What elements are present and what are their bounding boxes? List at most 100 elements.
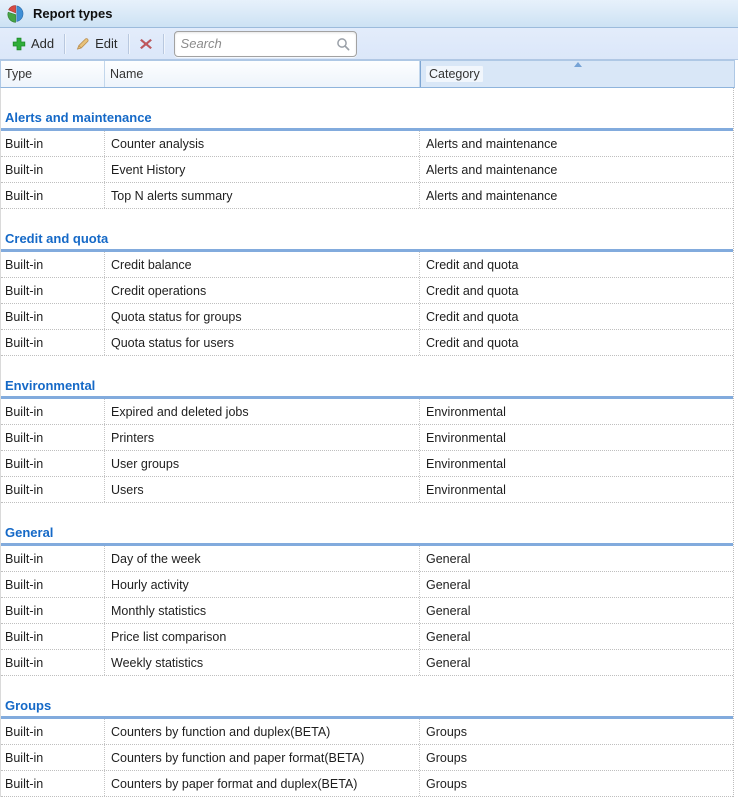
- cell-type: Built-in: [1, 477, 105, 502]
- cell-type: Built-in: [1, 157, 105, 182]
- pie-chart-icon: [7, 5, 25, 23]
- cell-type: Built-in: [1, 451, 105, 476]
- cell-type: Built-in: [1, 572, 105, 597]
- group-header: Environmental: [1, 378, 733, 393]
- cell-name: Quota status for groups: [105, 304, 420, 329]
- table-row[interactable]: Built-inUser groupsEnvironmental: [1, 451, 733, 477]
- toolbar-separator: [64, 34, 65, 54]
- cell-type: Built-in: [1, 425, 105, 450]
- cell-category: General: [420, 598, 733, 623]
- cell-name: Price list comparison: [105, 624, 420, 649]
- edit-button-label: Edit: [95, 36, 117, 51]
- cell-category: Credit and quota: [420, 278, 733, 303]
- cell-type: Built-in: [1, 719, 105, 744]
- cell-type: Built-in: [1, 131, 105, 156]
- cell-type: Built-in: [1, 771, 105, 796]
- group-section: GeneralBuilt-inDay of the weekGeneralBui…: [1, 525, 733, 676]
- column-header-type-label: Type: [5, 67, 32, 81]
- group-header: Alerts and maintenance: [1, 110, 733, 125]
- cell-name: Monthly statistics: [105, 598, 420, 623]
- cell-type: Built-in: [1, 745, 105, 770]
- cell-category: Groups: [420, 745, 733, 770]
- table-row[interactable]: Built-inWeekly statisticsGeneral: [1, 650, 733, 676]
- cell-name: Quota status for users: [105, 330, 420, 355]
- column-header-name-label: Name: [110, 67, 143, 81]
- window-title: Report types: [33, 6, 112, 21]
- toolbar-separator: [128, 34, 129, 54]
- cell-name: Top N alerts summary: [105, 183, 420, 208]
- column-header-category-label: Category: [426, 66, 483, 82]
- search-icon: [336, 37, 350, 51]
- group-header: Groups: [1, 698, 733, 713]
- table-row[interactable]: Built-inCredit operationsCredit and quot…: [1, 278, 733, 304]
- cell-category: Environmental: [420, 477, 733, 502]
- column-header-category[interactable]: Category: [420, 61, 734, 87]
- cell-name: Weekly statistics: [105, 650, 420, 675]
- cell-category: Groups: [420, 771, 733, 796]
- toolbar: Add Edit: [0, 28, 738, 60]
- sort-ascending-icon: [574, 62, 582, 67]
- search-box[interactable]: [174, 31, 357, 57]
- cell-name: Expired and deleted jobs: [105, 399, 420, 424]
- group-section: GroupsBuilt-inCounters by function and d…: [1, 698, 733, 797]
- toolbar-separator: [163, 34, 164, 54]
- table-row[interactable]: Built-inUsersEnvironmental: [1, 477, 733, 503]
- group-section: EnvironmentalBuilt-inExpired and deleted…: [1, 378, 733, 503]
- cell-category: General: [420, 546, 733, 571]
- table-row[interactable]: Built-inCounters by function and paper f…: [1, 745, 733, 771]
- cell-type: Built-in: [1, 624, 105, 649]
- cell-type: Built-in: [1, 330, 105, 355]
- cell-category: Alerts and maintenance: [420, 183, 733, 208]
- cell-category: General: [420, 650, 733, 675]
- cell-name: Credit balance: [105, 252, 420, 277]
- cell-type: Built-in: [1, 650, 105, 675]
- cell-type: Built-in: [1, 399, 105, 424]
- add-button[interactable]: Add: [5, 33, 61, 54]
- cell-name: Users: [105, 477, 420, 502]
- group-section: Credit and quotaBuilt-inCredit balanceCr…: [1, 231, 733, 356]
- column-header-name[interactable]: Name: [105, 61, 420, 87]
- table-row[interactable]: Built-inCounter analysisAlerts and maint…: [1, 131, 733, 157]
- cell-category: Environmental: [420, 451, 733, 476]
- cell-type: Built-in: [1, 546, 105, 571]
- cell-name: Counters by function and duplex(BETA): [105, 719, 420, 744]
- search-input[interactable]: [181, 36, 336, 51]
- group-header: Credit and quota: [1, 231, 733, 246]
- table-row[interactable]: Built-inEvent HistoryAlerts and maintena…: [1, 157, 733, 183]
- table-row[interactable]: Built-inCredit balanceCredit and quota: [1, 252, 733, 278]
- pencil-icon: [75, 36, 90, 51]
- cell-type: Built-in: [1, 252, 105, 277]
- cell-category: Groups: [420, 719, 733, 744]
- table-row[interactable]: Built-inMonthly statisticsGeneral: [1, 598, 733, 624]
- column-header-row: Type Name Category: [0, 60, 735, 88]
- cell-type: Built-in: [1, 183, 105, 208]
- cell-category: Credit and quota: [420, 304, 733, 329]
- column-header-type[interactable]: Type: [1, 61, 105, 87]
- table-row[interactable]: Built-inCounters by function and duplex(…: [1, 719, 733, 745]
- table-row[interactable]: Built-inPrintersEnvironmental: [1, 425, 733, 451]
- cell-name: User groups: [105, 451, 420, 476]
- cell-category: Credit and quota: [420, 252, 733, 277]
- table-row[interactable]: Built-inCounters by paper format and dup…: [1, 771, 733, 797]
- titlebar: Report types: [0, 0, 738, 28]
- cell-name: Day of the week: [105, 546, 420, 571]
- cell-type: Built-in: [1, 598, 105, 623]
- table-row[interactable]: Built-inExpired and deleted jobsEnvironm…: [1, 399, 733, 425]
- cell-name: Credit operations: [105, 278, 420, 303]
- table-row[interactable]: Built-inPrice list comparisonGeneral: [1, 624, 733, 650]
- table-row[interactable]: Built-inTop N alerts summaryAlerts and m…: [1, 183, 733, 209]
- cell-name: Hourly activity: [105, 572, 420, 597]
- cell-category: Environmental: [420, 425, 733, 450]
- plus-icon: [12, 37, 26, 51]
- table-row[interactable]: Built-inHourly activityGeneral: [1, 572, 733, 598]
- cell-category: Alerts and maintenance: [420, 157, 733, 182]
- cell-category: General: [420, 624, 733, 649]
- cell-name: Counters by function and paper format(BE…: [105, 745, 420, 770]
- edit-button[interactable]: Edit: [68, 33, 124, 54]
- cell-category: Environmental: [420, 399, 733, 424]
- table-row[interactable]: Built-inDay of the weekGeneral: [1, 546, 733, 572]
- table-row[interactable]: Built-inQuota status for usersCredit and…: [1, 330, 733, 356]
- table-row[interactable]: Built-inQuota status for groupsCredit an…: [1, 304, 733, 330]
- delete-button[interactable]: [132, 34, 160, 54]
- group-header: General: [1, 525, 733, 540]
